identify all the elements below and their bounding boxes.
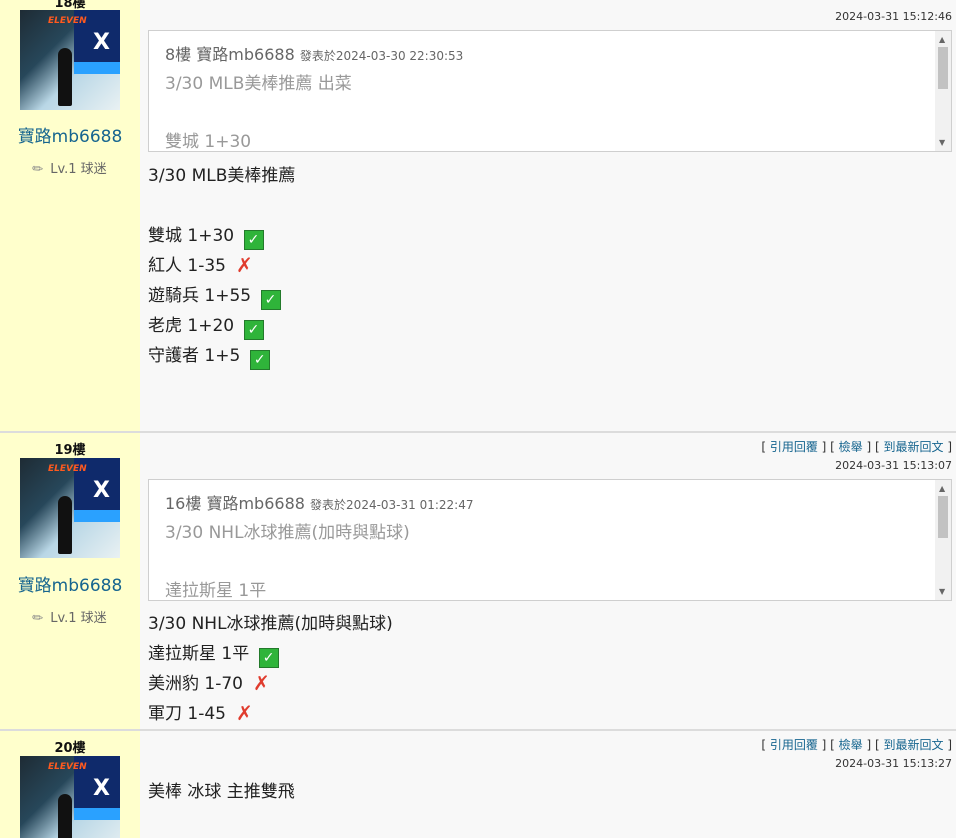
quote-title: 3/30 MLB美棒推薦 出菜 [165,74,352,94]
cross-icon: ✗ [253,671,270,695]
pencil-icon: ✎ [29,160,48,179]
pick-line: 老虎 1+20 ✓ [148,311,295,341]
post-timestamp: 2024-03-31 15:12:46 [835,10,952,23]
avatar[interactable]: ELEVEN X [20,458,120,558]
check-icon: ✓ [258,648,279,668]
post-content: [ 引用回覆 ] [ 檢舉 ] [ 到最新回文 ] 2024-03-31 15:… [140,731,956,838]
quote-reply-link[interactable]: 引用回覆 [770,440,818,454]
quote-box: 16樓 寶路mb6688 發表於2024-03-31 01:22:47 3/30… [148,479,952,601]
quote-title: 3/30 NHL冰球推薦(加時與點球) [165,523,410,543]
post-title: 3/30 MLB美棒推薦 [148,166,296,186]
post-body: 3/30 NHL冰球推薦(加時與點球) 達拉斯星 1平 ✓ 美洲豹 1-70 ✗… [148,609,393,729]
scroll-thumb[interactable] [938,47,948,89]
username-link[interactable]: 寶路mb6688 [0,571,140,596]
post-18: 18樓 ELEVEN X 寶路mb6688 ✎ Lv.1 球迷 2024-03-3… [0,0,956,432]
scroll-down-icon[interactable]: ▼ [939,138,945,147]
latest-reply-link[interactable]: 到最新回文 [883,738,943,752]
quote-box: 8樓 寶路mb6688 發表於2024-03-30 22:30:53 3/30 … [148,30,952,152]
pencil-icon: ✎ [29,609,48,628]
post-title: 美棒 冰球 主推雙飛 [148,782,295,802]
post-content: 2024-03-31 15:12:46 8樓 寶路mb6688 發表於2024-… [140,0,956,432]
post-sidebar: 20樓 ELEVEN X [0,731,140,838]
quote-scrollbar[interactable]: ▲ ▼ [935,480,951,600]
avatar[interactable]: ELEVEN X [20,756,120,838]
pick-line: 遊騎兵 1+55 ✓ [148,281,295,311]
post-actions: [ 引用回覆 ] [ 檢舉 ] [ 到最新回文 ] [761,440,952,454]
user-level: ✎ Lv.1 球迷 [29,160,107,179]
post-body: 美棒 冰球 主推雙飛 [148,777,295,807]
pick-line: 守護者 1+5 ✓ [148,341,295,371]
report-link[interactable]: 檢舉 [839,738,863,752]
post-content: [ 引用回覆 ] [ 檢舉 ] [ 到最新回文 ] 2024-03-31 15:… [140,433,956,729]
quote-header: 8樓 寶路mb6688 發表於2024-03-30 22:30:53 [165,45,464,64]
avatar[interactable]: ELEVEN X [20,10,120,110]
report-link[interactable]: 檢舉 [839,440,863,454]
post-actions: [ 引用回覆 ] [ 檢舉 ] [ 到最新回文 ] [761,738,952,752]
pick-line: 紅人 1-35 ✗ [148,253,253,277]
pick-line: 美洲豹 1-70 ✗ [148,671,270,695]
quote-reply-link[interactable]: 引用回覆 [770,738,818,752]
quote-scrollbar[interactable]: ▲ ▼ [935,31,951,151]
thread-page: 18樓 ELEVEN X 寶路mb6688 ✎ Lv.1 球迷 2024-03-3… [0,0,956,838]
post-sidebar: 18樓 ELEVEN X 寶路mb6688 ✎ Lv.1 球迷 [0,0,140,432]
check-icon: ✓ [243,230,264,250]
check-icon: ✓ [243,320,264,340]
quote-line: 達拉斯星 1平 [165,581,267,601]
post-body: 3/30 MLB美棒推薦 雙城 1+30 ✓ 紅人 1-35 ✗ 遊騎兵 1+5… [148,161,295,371]
username-link[interactable]: 寶路mb6688 [0,122,140,147]
pick-line: 軍刀 1-45 ✗ [148,701,253,725]
post-sidebar: 19樓 ELEVEN X 寶路mb6688 ✎ Lv.1 球迷 [0,433,140,729]
quote-line: 雙城 1+30 [165,132,252,152]
post-timestamp: 2024-03-31 15:13:07 [835,459,952,472]
post-19: 19樓 ELEVEN X 寶路mb6688 ✎ Lv.1 球迷 [ 引用回覆 ] … [0,431,956,729]
check-icon: ✓ [260,290,281,310]
floor-number: 19樓 [54,443,86,458]
scroll-down-icon[interactable]: ▼ [939,587,945,596]
post-timestamp: 2024-03-31 15:13:27 [835,757,952,770]
check-icon: ✓ [249,350,270,370]
pick-line: 達拉斯星 1平 ✓ [148,639,393,669]
user-level: ✎ Lv.1 球迷 [29,609,107,628]
cross-icon: ✗ [236,701,253,725]
latest-reply-link[interactable]: 到最新回文 [883,440,943,454]
scroll-up-icon[interactable]: ▲ [939,484,945,493]
post-20: 20樓 ELEVEN X [ 引用回覆 ] [ 檢舉 ] [ 到最新回文 ] 2… [0,729,956,838]
post-title: 3/30 NHL冰球推薦(加時與點球) [148,614,393,634]
floor-number: 20樓 [54,741,86,756]
scroll-thumb[interactable] [938,496,948,538]
quote-header: 16樓 寶路mb6688 發表於2024-03-31 01:22:47 [165,494,474,513]
cross-icon: ✗ [236,253,253,277]
pick-line: 雙城 1+30 ✓ [148,221,295,251]
scroll-up-icon[interactable]: ▲ [939,35,945,44]
